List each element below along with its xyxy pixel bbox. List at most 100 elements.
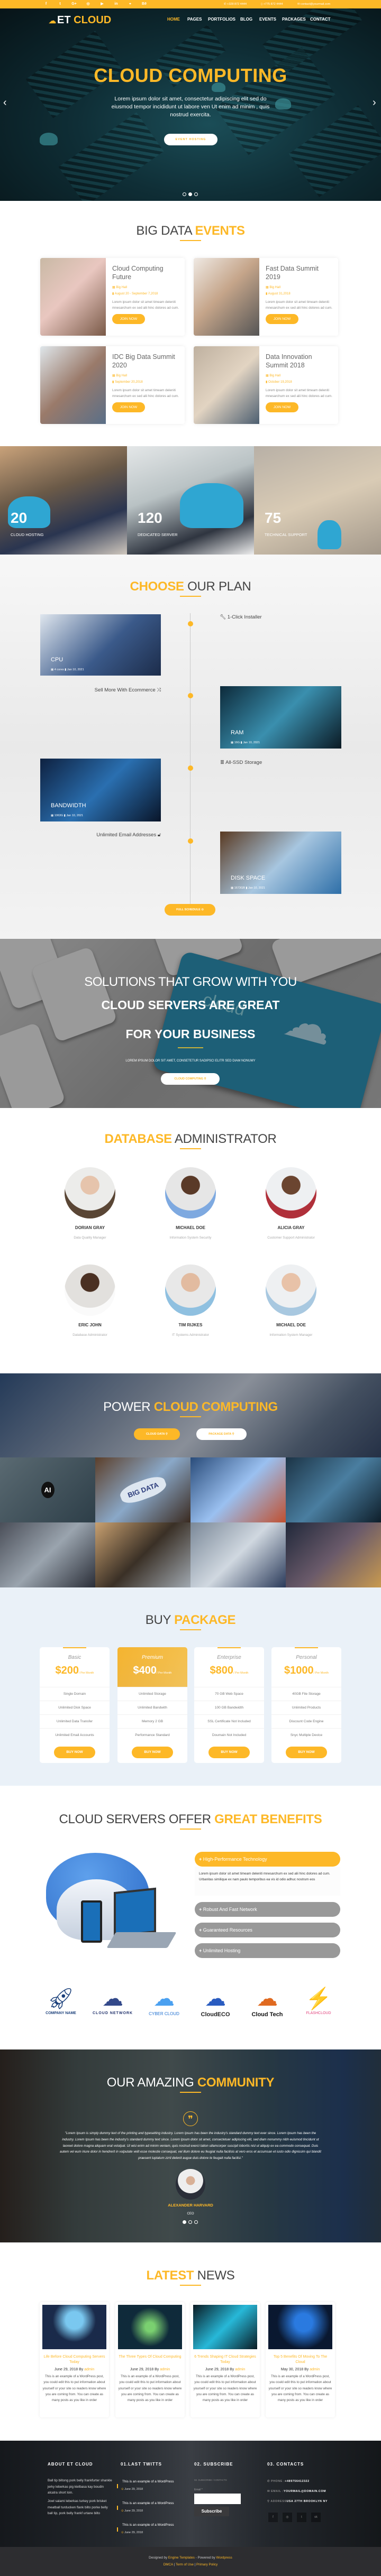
gallery-tile[interactable] bbox=[95, 1522, 190, 1587]
nav-events[interactable]: EVENTS bbox=[259, 17, 276, 22]
twitter-icon[interactable]: t bbox=[297, 2513, 306, 2522]
partner-logo[interactable]: ☁ Cloud Tech bbox=[243, 1986, 291, 2018]
pinterest-icon[interactable]: ⌖ bbox=[126, 1, 134, 7]
cloud-computing-button[interactable]: CLOUD COMPUTING ⚲ bbox=[161, 1073, 220, 1085]
nav-portfolios[interactable]: PORTFOLIOS bbox=[208, 17, 235, 22]
section-title-text: NEWS bbox=[197, 2268, 235, 2283]
site-logo[interactable]: ☁ ET CLOUD bbox=[49, 14, 111, 26]
join-now-button[interactable]: JOIN NOW bbox=[266, 314, 298, 324]
partner-logo[interactable]: ☁ CYBER CLOUD bbox=[140, 1986, 188, 2016]
gallery-tile[interactable] bbox=[286, 1457, 381, 1522]
gallery-tile[interactable] bbox=[0, 1522, 95, 1587]
event-title[interactable]: Cloud Computing Future bbox=[112, 264, 179, 281]
gallery-tile[interactable] bbox=[286, 1522, 381, 1587]
event-title[interactable]: Data Innovation Summit 2018 bbox=[266, 353, 333, 370]
wordpress-link[interactable]: Wordpress bbox=[216, 2556, 232, 2560]
instagram-icon[interactable]: ◎ bbox=[283, 2513, 292, 2522]
nav-pages[interactable]: PAGES bbox=[187, 17, 202, 22]
gallery-tile[interactable] bbox=[190, 1522, 286, 1587]
legal-link[interactable]: Primary Policy bbox=[196, 2563, 217, 2566]
news-image[interactable] bbox=[193, 2305, 257, 2349]
testimonial-dot[interactable] bbox=[194, 2220, 198, 2224]
nav-packages[interactable]: PACKAGES bbox=[282, 17, 306, 22]
behance-icon[interactable]: Bē bbox=[141, 1, 148, 7]
gallery-tile[interactable]: AI bbox=[0, 1457, 95, 1522]
accordion-item[interactable]: + High-Performance Technology bbox=[195, 1852, 340, 1867]
linkedin-icon[interactable]: in bbox=[113, 1, 120, 7]
plan-card[interactable]: DISK SPACE ▦ 1673GB ▮ Jan 10, 2021 bbox=[220, 832, 341, 894]
twitter-icon[interactable]: t bbox=[57, 1, 64, 7]
news-author-link[interactable]: admin bbox=[235, 2368, 245, 2371]
google-plus-icon[interactable]: G+ bbox=[70, 1, 78, 7]
event-card: Data Innovation Summit 2018 ▦ Big Hall ▮ O… bbox=[194, 346, 338, 424]
plan-card[interactable]: RAM ▦ 16G ▮ Jan 10, 2021 bbox=[220, 686, 341, 749]
accordion-item[interactable]: + Guaranteed Resources bbox=[195, 1923, 340, 1937]
slider-dot[interactable] bbox=[188, 192, 192, 196]
package-feature: 40GB File Storage bbox=[271, 1687, 341, 1701]
nav-contact[interactable]: CONTACT bbox=[310, 17, 331, 22]
mobile-contact: ▯ +775 872 4444 bbox=[261, 2, 283, 7]
youtube-icon[interactable]: ▶ bbox=[98, 1, 106, 7]
facebook-icon[interactable]: f bbox=[42, 1, 50, 7]
event-hosting-button[interactable]: EVENT HOSTING bbox=[164, 134, 217, 145]
testimonial-dot[interactable] bbox=[183, 2220, 186, 2224]
join-now-button[interactable]: JOIN NOW bbox=[112, 314, 145, 324]
partner-logo[interactable]: ☁ CloudECO bbox=[192, 1986, 239, 2018]
news-author-link[interactable]: admin bbox=[160, 2368, 170, 2371]
vk-icon[interactable]: vk bbox=[311, 2513, 321, 2522]
slider-dot[interactable] bbox=[183, 192, 186, 196]
event-description: Lorem ipsum dolor sit amet timeam deleni… bbox=[112, 300, 179, 310]
legal-link[interactable]: DMCA bbox=[164, 2563, 173, 2566]
accordion-item[interactable]: + Unlimited Hosting bbox=[195, 1943, 340, 1958]
email-contact[interactable]: ✉ contact@yourmail.com bbox=[297, 2, 330, 7]
news-title[interactable]: The Three Types Of Cloud Computing bbox=[118, 2355, 182, 2366]
news-title[interactable]: Top 5 Benefits Of Moving To The Cloud bbox=[268, 2355, 332, 2366]
plan-card[interactable]: BANDWIDTH ▦ 1063G ▮ Jan 10, 2021 bbox=[40, 759, 161, 821]
engine-templates-link[interactable]: Engine Templates bbox=[168, 2556, 195, 2560]
tweet-text[interactable]: This is an example of a WordPress bbox=[122, 2500, 174, 2507]
partner-logo[interactable]: ☁ CLOUD NETWORK bbox=[89, 1986, 137, 2015]
partner-logo[interactable]: 🚀︎ COMPANY NAME bbox=[37, 1986, 85, 2015]
next-slide-arrow[interactable]: › bbox=[373, 97, 376, 109]
facebook-icon[interactable]: f bbox=[268, 2513, 278, 2522]
accordion-item[interactable]: + Robust And Fast Network bbox=[195, 1902, 340, 1917]
join-now-button[interactable]: JOIN NOW bbox=[112, 402, 145, 412]
news-image[interactable] bbox=[118, 2305, 182, 2349]
buy-now-button[interactable]: BUY NOW bbox=[208, 1747, 250, 1758]
full-schedule-button[interactable]: FULL SCHEDULE ⊙ bbox=[165, 904, 215, 916]
news-author-link[interactable]: admin bbox=[310, 2368, 320, 2371]
slider-dot[interactable] bbox=[194, 192, 198, 196]
news-title[interactable]: Life Before Cloud Computing Servers Toda… bbox=[42, 2355, 106, 2366]
dribbble-icon[interactable]: ◎ bbox=[85, 1, 92, 7]
legal-link[interactable]: Term of Use bbox=[176, 2563, 194, 2566]
admin-role: Database Administrator bbox=[72, 1333, 107, 1337]
news-image[interactable] bbox=[42, 2305, 106, 2349]
news-image[interactable] bbox=[268, 2305, 332, 2349]
buy-now-button[interactable]: BUY NOW bbox=[54, 1747, 95, 1758]
prev-slide-arrow[interactable]: ‹ bbox=[3, 97, 7, 109]
news-author-link[interactable]: admin bbox=[84, 2368, 94, 2371]
tweet-text[interactable]: This is an example of a WordPress bbox=[122, 2522, 174, 2528]
buy-now-button[interactable]: BUY NOW bbox=[286, 1747, 327, 1758]
buy-now-button[interactable]: BUY NOW bbox=[132, 1747, 173, 1758]
gallery-tile[interactable]: BIG DATA bbox=[95, 1457, 190, 1522]
phone-text: +328 872 4444 bbox=[227, 3, 247, 6]
section-title-accent: CLOUD COMPUTING bbox=[153, 1400, 278, 1414]
email-input[interactable] bbox=[194, 2494, 241, 2504]
news-title[interactable]: 6 Trends Shaping IT Cloud Strategies Tod… bbox=[193, 2355, 257, 2366]
event-title[interactable]: IDC Big Data Summit 2020 bbox=[112, 353, 179, 370]
feature-text: Unlimited Email Addresses bbox=[96, 832, 157, 838]
gallery-tile[interactable] bbox=[190, 1457, 286, 1522]
nav-blog[interactable]: BLOG bbox=[240, 17, 252, 22]
subscribe-button[interactable]: Subscribe bbox=[194, 2507, 229, 2516]
event-title[interactable]: Fast Data Summit 2019 bbox=[266, 264, 333, 281]
nav-home[interactable]: HOME bbox=[167, 17, 180, 22]
join-now-button[interactable]: JOIN NOW bbox=[266, 402, 298, 412]
testimonial-dot[interactable] bbox=[188, 2220, 192, 2224]
plan-card[interactable]: CPU ▦ 4 cores ▮ Jan 10, 2021 bbox=[40, 614, 161, 676]
partner-logo[interactable]: ⚡ FLASHCLOUD bbox=[295, 1986, 342, 2015]
cloud-data-button[interactable]: CLOUD DATA ⚲ bbox=[134, 1428, 180, 1440]
phone-value: +489756412322 bbox=[285, 2480, 310, 2483]
tweet-text[interactable]: This is an example of a WordPress bbox=[122, 2479, 174, 2485]
package-data-button[interactable]: PACKAGE DATA ⚲ bbox=[196, 1428, 247, 1440]
